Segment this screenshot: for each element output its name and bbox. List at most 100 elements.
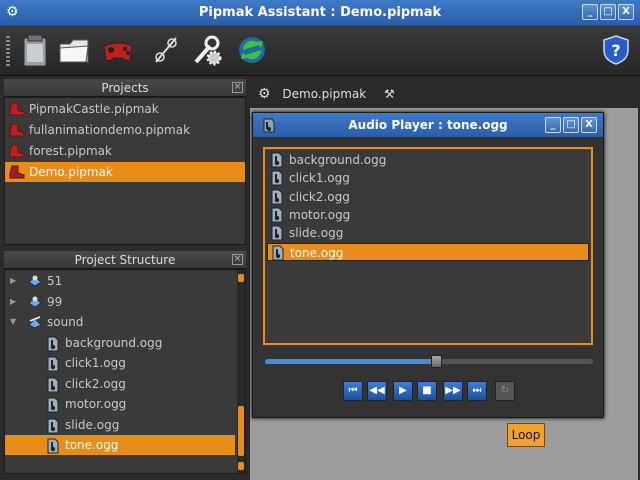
- node-icon: [27, 295, 43, 309]
- audio-file-icon: [45, 336, 61, 351]
- tree-item[interactable]: ▶ 99: [5, 292, 235, 312]
- player-close-button[interactable]: X: [581, 117, 597, 133]
- project-item[interactable]: fullanimationdemo.pipmak: [5, 120, 245, 140]
- loop-button[interactable]: ↻: [495, 381, 515, 401]
- fast-forward-button[interactable]: ▶▶: [443, 381, 463, 401]
- audio-file-icon: [269, 152, 285, 168]
- tree-item-label: slide.ogg: [65, 417, 120, 432]
- player-file-item[interactable]: background.ogg: [267, 151, 589, 169]
- player-file-label: motor.ogg: [289, 207, 351, 222]
- boot-icon: [9, 123, 25, 137]
- shield-help-icon[interactable]: ?: [602, 34, 630, 66]
- wrench-gear-icon[interactable]: [190, 32, 226, 68]
- tab-label: Demo.pipmak: [282, 87, 367, 101]
- project-label: Demo.pipmak: [29, 165, 113, 179]
- expand-arrow-icon[interactable]: ▶: [10, 292, 16, 312]
- audio-file-icon: [45, 438, 61, 454]
- project-item[interactable]: Demo.pipmak: [5, 162, 245, 182]
- node-icon: [27, 315, 43, 329]
- player-file-item[interactable]: click2.ogg: [267, 188, 589, 206]
- player-minimize-button[interactable]: _: [545, 117, 561, 133]
- project-label: PipmakCastle.pipmak: [29, 102, 159, 116]
- tree-item[interactable]: click2.ogg: [5, 374, 235, 394]
- tree-item[interactable]: tone.ogg: [5, 435, 235, 455]
- refresh-icon[interactable]: [234, 32, 270, 68]
- scroll-down-arrow[interactable]: [238, 462, 244, 470]
- play-button[interactable]: ▶: [393, 381, 413, 401]
- tree-item-label: click1.ogg: [65, 356, 126, 370]
- rewind-button[interactable]: ◀◀: [367, 381, 387, 401]
- tree-item[interactable]: ▶ 51: [5, 271, 235, 291]
- toolbar: ?: [0, 26, 640, 76]
- window-titlebar[interactable]: ⚙ Pipmak Assistant : Demo.pipmak _ □ X: [0, 0, 640, 26]
- expand-arrow-icon[interactable]: ▶: [10, 271, 16, 291]
- editor-tabbar: ⚙ Demo.pipmak ⚒: [250, 80, 640, 108]
- tree-item-label: motor.ogg: [65, 397, 127, 411]
- scroll-thumb[interactable]: [238, 406, 244, 456]
- audio-file-icon: [269, 207, 285, 223]
- player-maximize-button[interactable]: □: [563, 117, 579, 133]
- clipboard-icon[interactable]: [18, 32, 54, 68]
- tree-item-label: tone.ogg: [65, 438, 119, 452]
- folder-icon[interactable]: [56, 32, 92, 68]
- expand-arrow-icon[interactable]: ▼: [10, 312, 16, 332]
- tree-item[interactable]: click1.ogg: [5, 353, 235, 373]
- skip-start-button[interactable]: ⏮: [343, 381, 363, 401]
- window-title: Pipmak Assistant : Demo.pipmak: [198, 5, 442, 20]
- scroll-up-arrow[interactable]: [238, 274, 244, 282]
- tree-item-label: click2.ogg: [65, 376, 126, 391]
- toolbar-grip[interactable]: [6, 36, 10, 66]
- boot-icon: [9, 165, 25, 179]
- player-file-label: click1.ogg: [289, 171, 350, 186]
- projects-panel-header: Projects ×: [4, 79, 246, 97]
- seek-knob[interactable]: [430, 355, 442, 368]
- tree-item-label: background.ogg: [65, 335, 163, 350]
- player-file-label: slide.ogg: [289, 226, 344, 241]
- audio-file-icon: [270, 245, 286, 260]
- projects-close-icon[interactable]: ×: [232, 82, 243, 93]
- audio-file-icon: [269, 170, 285, 186]
- gamepad-icon[interactable]: [100, 32, 136, 68]
- link-icon[interactable]: [148, 32, 184, 68]
- tab-demo[interactable]: ⚙ Demo.pipmak ⚒: [258, 84, 395, 104]
- seek-slider[interactable]: [265, 355, 593, 368]
- audio-file-icon: [45, 377, 61, 392]
- structure-close-icon[interactable]: ×: [232, 254, 243, 265]
- node-icon: [27, 274, 43, 288]
- audio-player-title: Audio Player : tone.ogg: [348, 118, 508, 132]
- projects-list: PipmakCastle.pipmak fullanimationdemo.pip…: [4, 97, 246, 245]
- boot-icon: [9, 102, 25, 116]
- svg-text:?: ?: [611, 41, 620, 60]
- loop-tooltip: Loop: [507, 423, 545, 447]
- tree-item-label: 99: [47, 294, 63, 309]
- maximize-button[interactable]: □: [600, 4, 616, 20]
- tool-icon[interactable]: ⚒: [384, 87, 395, 101]
- player-file-item[interactable]: motor.ogg: [267, 206, 589, 224]
- stop-button[interactable]: ■: [417, 381, 437, 401]
- player-file-label: click2.ogg: [289, 189, 350, 204]
- audio-file-icon: [45, 418, 61, 433]
- minimize-button[interactable]: _: [582, 4, 598, 20]
- tree-item[interactable]: slide.ogg: [5, 415, 235, 435]
- player-file-item[interactable]: tone.ogg: [267, 242, 589, 261]
- structure-scrollbar[interactable]: [237, 270, 245, 473]
- player-file-label: background.ogg: [289, 153, 387, 167]
- close-button[interactable]: X: [618, 4, 634, 20]
- boot-icon: [9, 144, 25, 158]
- project-item[interactable]: PipmakCastle.pipmak: [5, 99, 245, 119]
- player-file-item[interactable]: click1.ogg: [267, 169, 589, 187]
- skip-end-button[interactable]: ⏭: [467, 381, 487, 401]
- tree-item[interactable]: motor.ogg: [5, 394, 235, 414]
- audio-player-titlebar[interactable]: Audio Player : tone.ogg _ □ X: [253, 113, 603, 137]
- audio-player-dialog: Audio Player : tone.ogg _ □ X background…: [252, 112, 604, 418]
- player-file-item[interactable]: slide.ogg: [267, 224, 589, 242]
- audio-file-icon: [269, 189, 285, 205]
- gear-icon: ⚙: [258, 86, 271, 102]
- projects-panel-title: Projects: [101, 81, 149, 95]
- audio-file-icon: [261, 117, 275, 141]
- tree-item[interactable]: background.ogg: [5, 333, 235, 353]
- project-label: fullanimationdemo.pipmak: [29, 123, 191, 137]
- audio-file-icon: [45, 397, 61, 413]
- tree-item[interactable]: ▼ sound: [5, 312, 235, 332]
- project-item[interactable]: forest.pipmak: [5, 141, 245, 161]
